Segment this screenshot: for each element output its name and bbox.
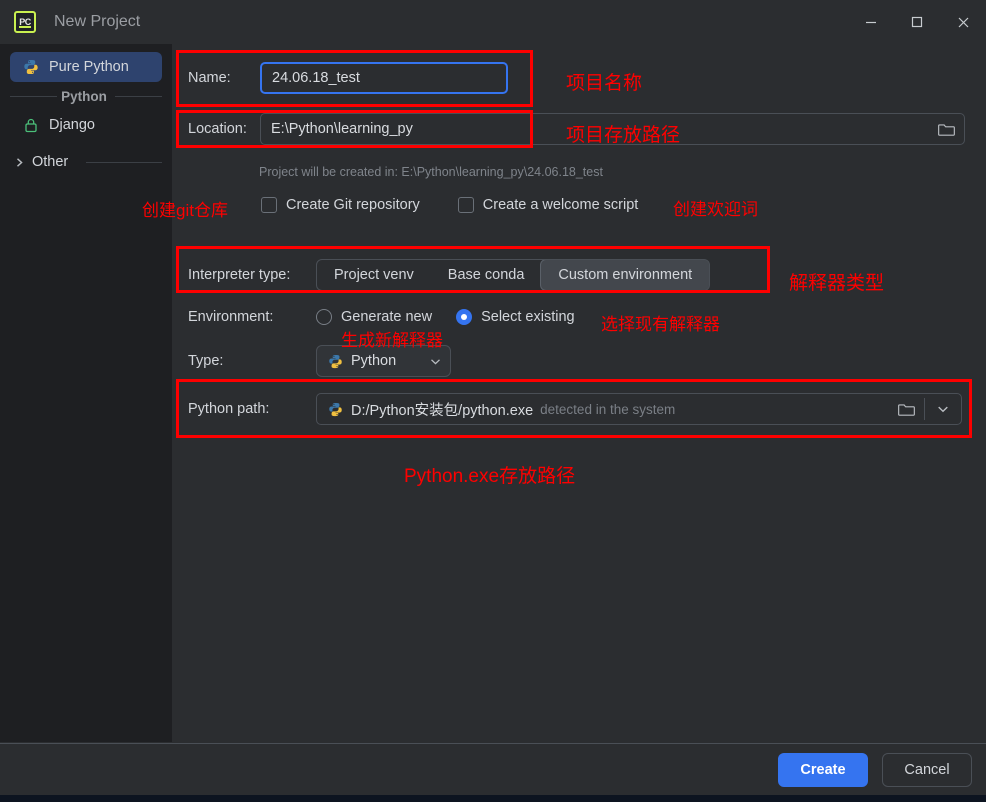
python-path-row: Python path: D:/Python安装包/python.exe det… (188, 393, 962, 425)
annotation-project-name: 项目名称 (566, 73, 643, 94)
window-controls (848, 0, 986, 44)
chevron-down-icon (429, 355, 442, 368)
lock-icon (22, 116, 40, 134)
sidebar-item-label: Pure Python (49, 59, 129, 75)
create-git-repository-checkbox[interactable]: Create Git repository (261, 197, 420, 213)
sidebar-item-other[interactable]: Other (0, 150, 172, 174)
folder-icon[interactable] (888, 394, 924, 424)
sidebar-section-python: Python (0, 84, 172, 108)
annotation-python-exe-path: Python.exe存放路径 (404, 466, 576, 487)
pycharm-icon: PC (14, 11, 36, 33)
sidebar: Pure Python Python Django Other (0, 44, 172, 742)
type-combo-value: Python (351, 353, 397, 369)
maximize-icon[interactable] (894, 0, 940, 44)
radio-label: Generate new (341, 309, 433, 325)
python-path-value: D:/Python安装包/python.exe (351, 402, 534, 419)
python-path-input[interactable]: D:/Python安装包/python.exe detected in the … (316, 393, 962, 425)
interpreter-type-label: Interpreter type: (188, 267, 291, 283)
sidebar-section-label: Python (61, 88, 107, 104)
radio-circle (316, 309, 332, 325)
python-icon (327, 401, 344, 418)
annotation-project-location: 项目存放路径 (566, 125, 681, 146)
location-label: Location: (188, 121, 247, 137)
python-icon (327, 353, 344, 370)
checkbox-row: Create Git repository Create a welcome s… (261, 197, 638, 213)
create-button[interactable]: Create (778, 753, 868, 787)
python-path-suffix: detected in the system (540, 401, 676, 417)
python-icon (22, 58, 40, 76)
minimize-icon[interactable] (848, 0, 894, 44)
name-input[interactable]: 24.06.18_test (260, 62, 508, 94)
name-row: Name: 24.06.18_test (188, 62, 508, 94)
cancel-button[interactable]: Cancel (882, 753, 972, 787)
checkbox-box (261, 197, 277, 213)
environment-row: Environment: Generate new Select existin… (188, 309, 575, 325)
annotation-create-welcome: 创建欢迎词 (673, 200, 758, 219)
folder-icon[interactable] (928, 114, 964, 144)
segment-project-venv[interactable]: Project venv (317, 260, 431, 290)
dialog-footer: Create Cancel (0, 743, 986, 795)
interpreter-type-segmented-control[interactable]: Project venv Base conda Custom environme… (316, 259, 711, 291)
radio-generate-new[interactable]: Generate new (316, 309, 432, 325)
checkbox-box (457, 197, 474, 213)
chevron-right-icon (12, 155, 26, 169)
environment-label: Environment: (188, 309, 274, 325)
close-icon[interactable] (940, 0, 986, 44)
sidebar-item-label: Other (32, 154, 69, 170)
sidebar-item-pure-python[interactable]: Pure Python (10, 52, 162, 82)
chevron-down-icon[interactable] (925, 394, 961, 424)
segment-base-conda[interactable]: Base conda (431, 260, 542, 290)
type-label: Type: (188, 353, 224, 369)
interpreter-type-row: Interpreter type: Project venv Base cond… (188, 259, 711, 291)
name-label: Name: (188, 70, 231, 86)
checkbox-label: Create a welcome script (482, 197, 639, 213)
segment-custom-environment[interactable]: Custom environment (540, 260, 710, 290)
python-path-label: Python path: (188, 401, 270, 417)
sidebar-item-django[interactable]: Django (10, 110, 162, 140)
creation-hint: Project will be created in: E:\Python\le… (259, 165, 603, 179)
create-welcome-script-checkbox[interactable]: Create a welcome script (457, 197, 639, 213)
sidebar-item-label: Django (49, 117, 95, 133)
annotation-interpreter-type: 解释器类型 (789, 273, 885, 294)
window-title: New Project (54, 13, 141, 30)
radio-select-existing[interactable]: Select existing (456, 309, 575, 325)
radio-label: Select existing (481, 309, 575, 325)
annotation-select-existing: 选择现有解释器 (601, 315, 720, 334)
bottom-strip (0, 795, 986, 802)
title-bar: PC New Project (0, 0, 986, 44)
new-project-dialog: PC New Project Pure Python Python Django… (0, 0, 986, 802)
radio-circle (456, 309, 473, 325)
annotation-create-git: 创建git仓库 (142, 201, 228, 220)
annotation-generate-new: 生成新解释器 (341, 331, 443, 350)
name-input-value: 24.06.18_test (272, 70, 360, 86)
checkbox-label: Create Git repository (286, 197, 420, 213)
